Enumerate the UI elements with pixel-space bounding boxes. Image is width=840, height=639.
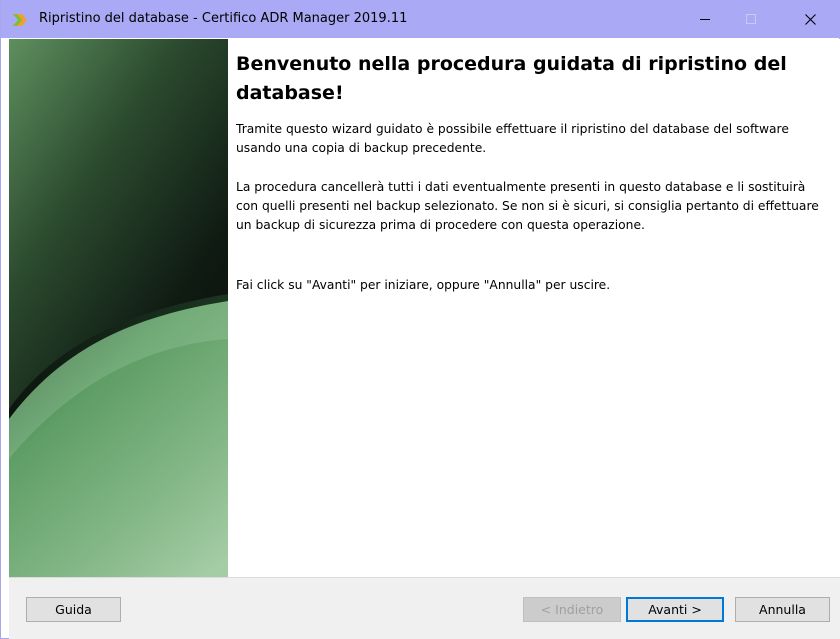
window-title: Ripristino del database - Certifico ADR …	[39, 11, 408, 26]
app-logo-icon	[12, 12, 28, 28]
minimize-icon	[700, 14, 710, 24]
warning-paragraph: La procedura cancellerà tutti i dati eve…	[236, 180, 819, 232]
next-button[interactable]: Avanti >	[626, 597, 724, 622]
minimize-button[interactable]	[682, 0, 728, 38]
cancel-button[interactable]: Annulla	[735, 597, 830, 622]
button-bar: Guida < Indietro Avanti > Annulla	[9, 577, 840, 639]
title-bar[interactable]: Ripristino del database - Certifico ADR …	[1, 0, 840, 38]
intro-paragraph: Tramite questo wizard guidato è possibil…	[236, 122, 789, 155]
wizard-content: Benvenuto nella procedura guidata di rip…	[228, 39, 840, 577]
close-button[interactable]	[780, 0, 840, 38]
wizard-side-banner	[9, 39, 228, 577]
maximize-button[interactable]	[728, 0, 774, 38]
welcome-heading: Benvenuto nella procedura guidata di rip…	[236, 53, 787, 104]
instructions-paragraph: Fai click su "Avanti" per iniziare, oppu…	[236, 278, 611, 292]
wizard-window: Ripristino del database - Certifico ADR …	[0, 0, 840, 639]
close-icon	[804, 13, 816, 25]
maximize-icon	[746, 14, 756, 24]
back-button[interactable]: < Indietro	[523, 597, 621, 622]
help-button[interactable]: Guida	[26, 597, 121, 622]
